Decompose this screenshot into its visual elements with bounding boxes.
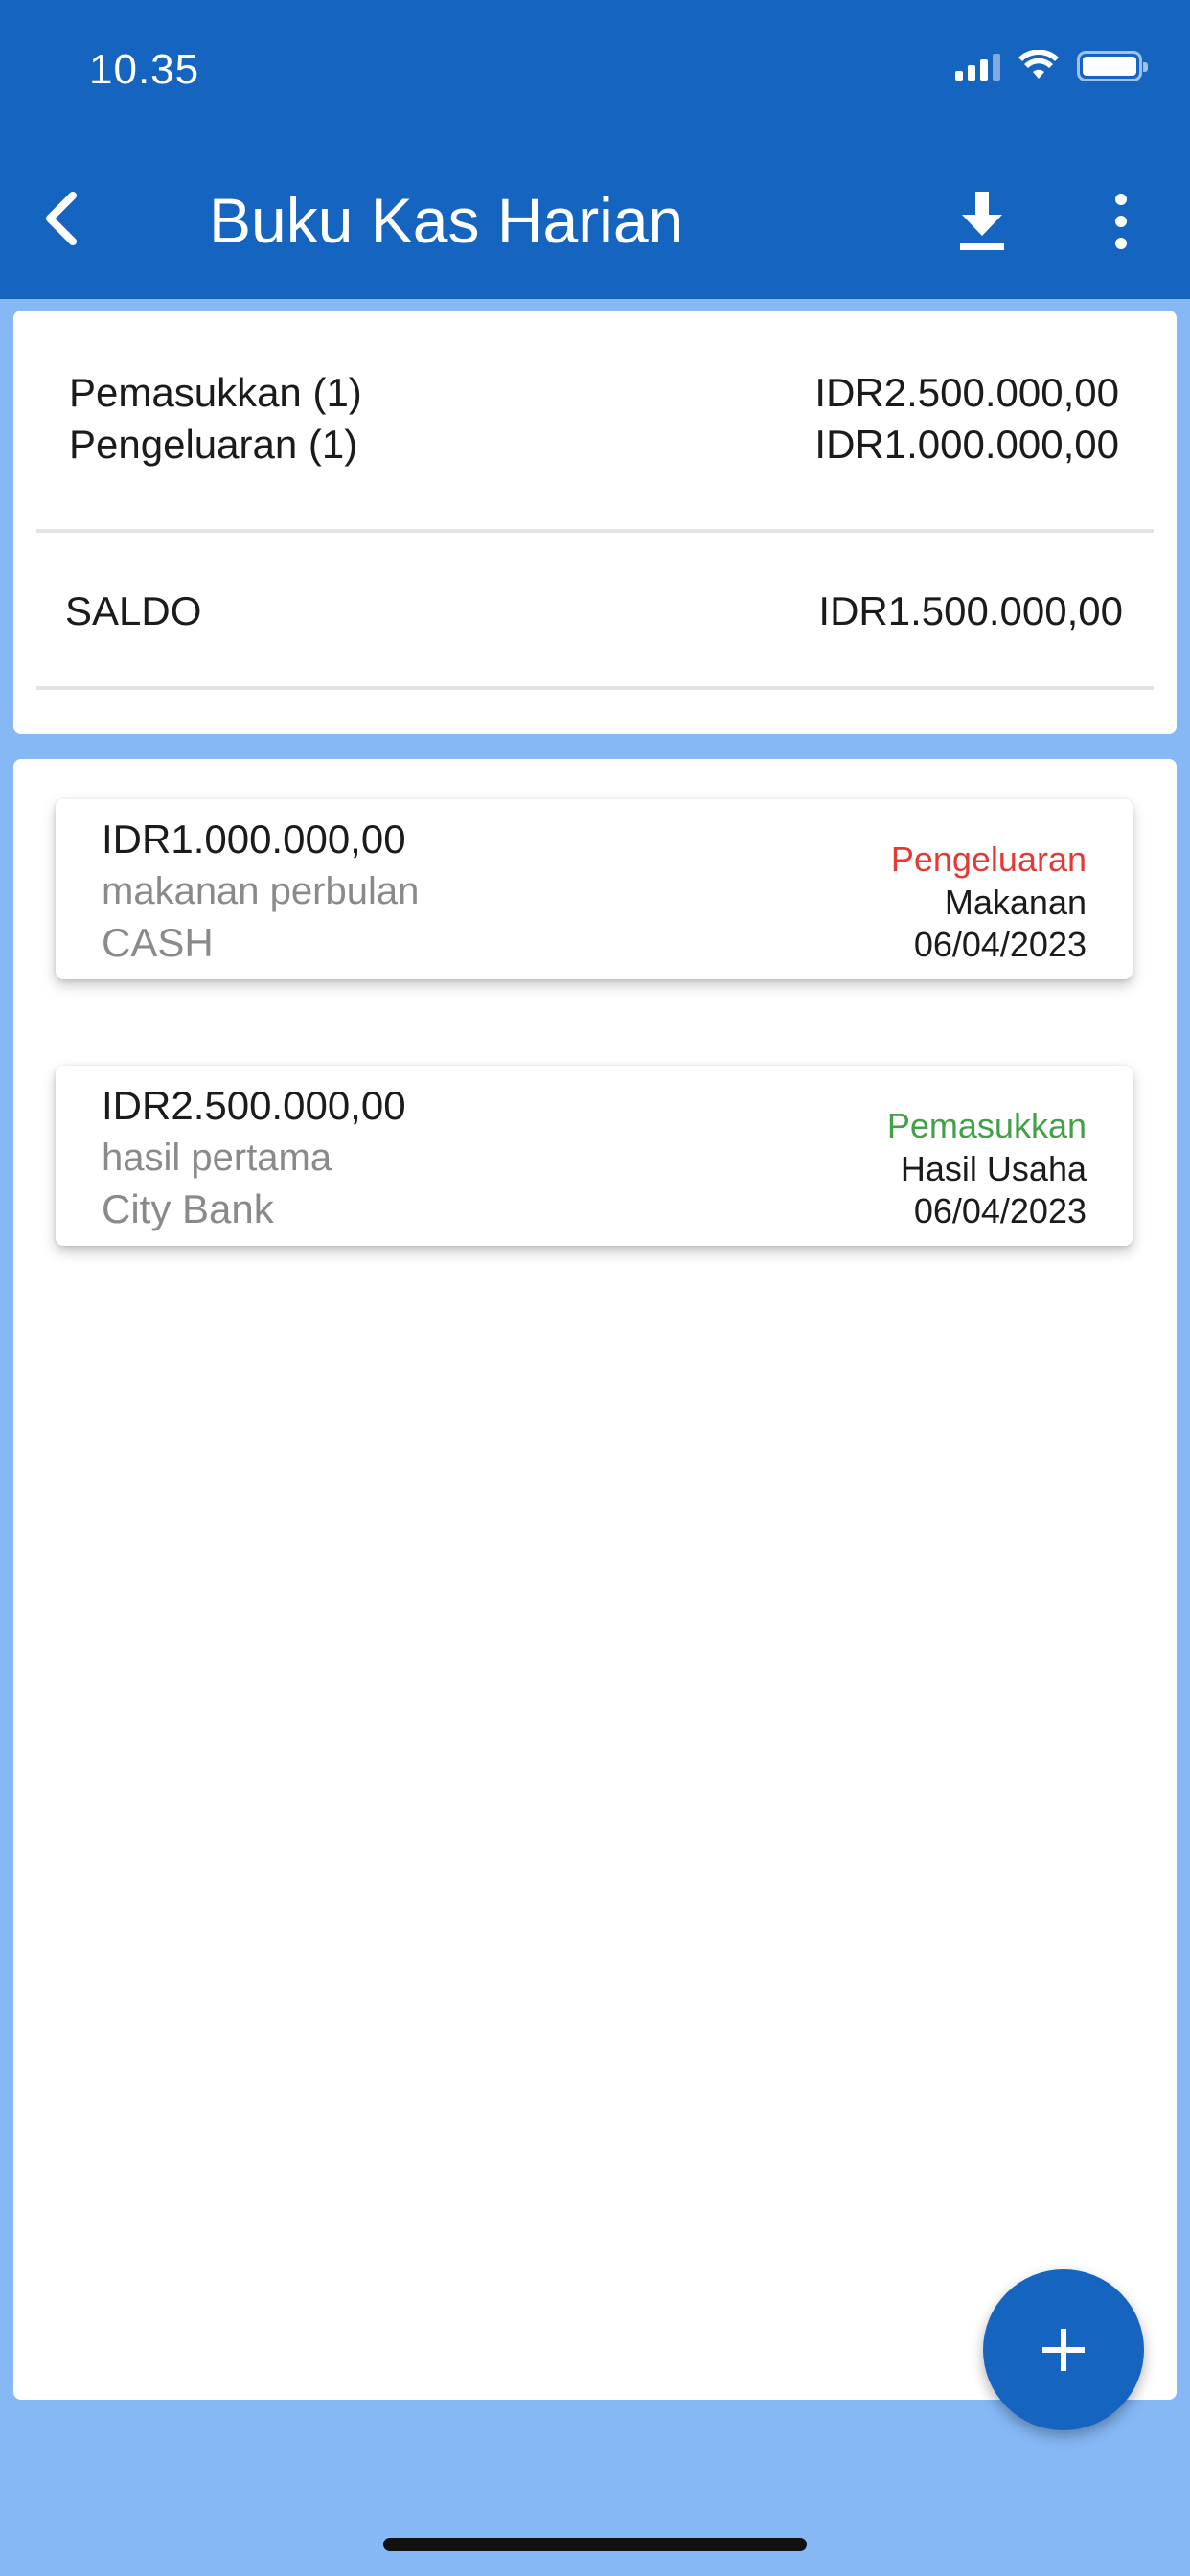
transaction-amount: IDR1.000.000,00 [102,816,406,862]
transaction-note: hasil pertama [102,1137,332,1179]
summary-card: Pemasukkan (1) IDR2.500.000,00 Pengeluar… [13,310,1177,734]
balance-label: SALDO [65,588,202,633]
home-indicator [383,2538,807,2551]
transaction-date: 06/04/2023 [913,925,1087,964]
transaction-card[interactable]: IDR2.500.000,00 hasil pertama City Bank … [56,1066,1133,1246]
expense-label: Pengeluaran (1) [69,422,358,467]
transaction-account: City Bank [102,1186,274,1231]
signal-icon [955,52,1000,80]
income-amount: IDR2.500.000,00 [814,370,1119,415]
income-summary-row: Pemasukkan (1) IDR2.500.000,00 [69,370,1119,416]
expense-summary-row: Pengeluaran (1) IDR1.000.000,00 [69,422,1119,468]
status-icons [955,50,1148,82]
back-button[interactable] [34,180,92,257]
transaction-note: makanan perbulan [102,870,420,912]
transaction-card[interactable]: IDR1.000.000,00 makanan perbulan CASH Pe… [56,799,1133,979]
add-transaction-button[interactable] [983,2269,1144,2430]
transaction-category: Hasil Usaha [900,1149,1087,1188]
transaction-category: Makanan [944,883,1087,922]
transaction-account: CASH [102,920,214,965]
expense-amount: IDR1.000.000,00 [814,422,1119,467]
transaction-list: IDR1.000.000,00 makanan perbulan CASH Pe… [13,759,1177,2400]
status-time: 10.35 [89,46,200,93]
wifi-icon [1018,50,1059,79]
plus-icon [1042,2329,1085,2371]
transaction-amount: IDR2.500.000,00 [102,1083,406,1128]
transaction-type: Pemasukkan [886,1106,1087,1145]
divider [36,686,1154,690]
page-title: Buku Kas Harian [209,185,684,256]
transaction-date: 06/04/2023 [913,1191,1087,1230]
battery-icon [1077,51,1148,81]
screen: 10.35 Buku Kas Harian Pemasukkan (1) IDR… [0,0,1190,2576]
balance-amount: IDR1.500.000,00 [818,588,1123,633]
more-vert-icon [1115,194,1127,249]
balance-row: SALDO IDR1.500.000,00 [65,588,1123,634]
more-options-button[interactable] [1102,188,1140,255]
back-arrow-icon [46,192,77,245]
download-icon [960,192,1004,250]
download-button[interactable] [949,184,1016,257]
divider [36,529,1154,533]
transaction-type: Pengeluaran [890,840,1087,879]
app-bar: 10.35 Buku Kas Harian [0,0,1190,299]
income-label: Pemasukkan (1) [69,370,362,415]
